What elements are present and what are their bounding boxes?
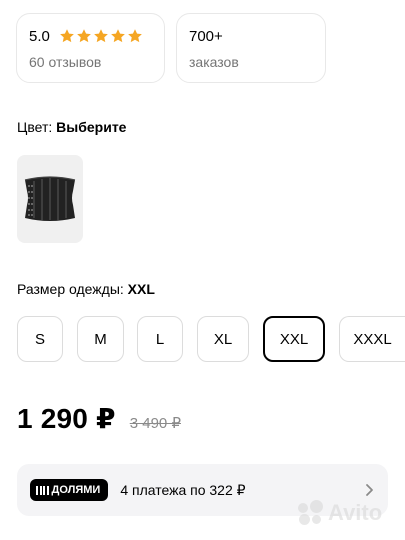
installments-text: 4 платежа по 322 ₽: [120, 481, 246, 498]
orders-label: заказов: [189, 54, 239, 70]
color-value: Выберите: [56, 119, 127, 135]
price-old: 3 490 ₽: [129, 415, 181, 432]
avito-watermark: Avito: [298, 500, 382, 526]
star-icon: [93, 28, 109, 44]
reviews-count: 60 отзывов: [29, 54, 102, 70]
size-label-text: Размер одежды:: [17, 281, 124, 297]
avito-logo-icon: [298, 500, 324, 526]
size-option-xxl[interactable]: XXL: [263, 316, 325, 362]
dolyami-logo-icon: [36, 485, 49, 495]
star-icon: [127, 28, 143, 44]
size-value: XXL: [127, 281, 155, 297]
size-option-s[interactable]: S: [17, 316, 63, 362]
star-icon: [59, 28, 75, 44]
avito-watermark-text: Avito: [328, 500, 383, 525]
orders-value: 700+: [189, 27, 223, 45]
corset-image: [24, 176, 76, 221]
color-option-thumbnail[interactable]: [17, 155, 83, 243]
orders-card: 700+ заказов: [176, 13, 326, 83]
chevron-right-icon: [366, 484, 373, 496]
rating-value: 5.0: [29, 27, 50, 45]
size-option-m[interactable]: M: [77, 316, 124, 362]
size-label: Размер одежды: XXL: [17, 281, 155, 297]
dolyami-badge-text: ДОЛЯМИ: [51, 484, 101, 496]
rating-stars: [59, 28, 143, 44]
rating-card[interactable]: 5.0 60 отзывов: [16, 13, 165, 83]
size-option-l[interactable]: L: [137, 316, 183, 362]
size-option-xxxl[interactable]: XXXL: [339, 316, 405, 362]
color-label: Цвет: Выберите: [17, 119, 126, 135]
price-block: 1 290 ₽ 3 490 ₽: [17, 402, 181, 435]
star-icon: [110, 28, 126, 44]
dolyami-badge: ДОЛЯМИ: [30, 479, 109, 501]
rating-row: 5.0: [29, 26, 164, 46]
price-current: 1 290 ₽: [17, 403, 116, 434]
star-icon: [76, 28, 92, 44]
color-label-text: Цвет:: [17, 119, 53, 135]
size-option-xl[interactable]: XL: [197, 316, 249, 362]
